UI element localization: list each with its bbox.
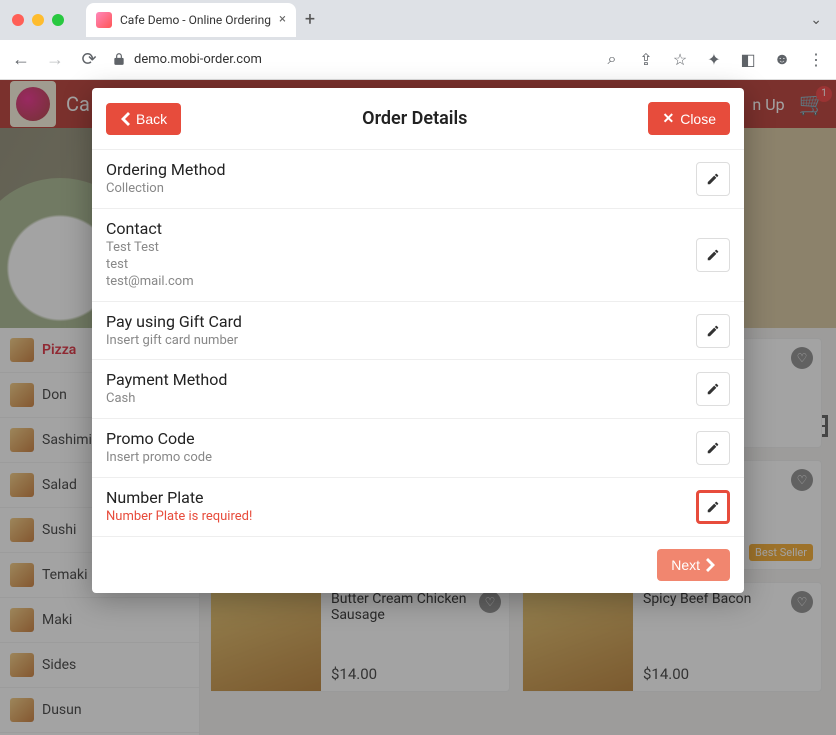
url-text: demo.mobi-order.com: [134, 52, 262, 67]
section-title: Payment Method: [106, 370, 696, 389]
section-pay-using-gift-card: Pay using Gift Card Insert gift card numb…: [92, 301, 744, 360]
chevron-right-icon: [706, 558, 716, 572]
section-payment-method: Payment Method Cash: [92, 359, 744, 418]
edit-button[interactable]: [696, 372, 730, 406]
tab-close-icon[interactable]: ×: [279, 12, 286, 27]
section-subtitle: Insert gift card number: [106, 333, 696, 350]
pencil-icon: [706, 382, 720, 396]
lock-icon: [112, 52, 126, 66]
pencil-icon: [706, 441, 720, 455]
close-window-icon[interactable]: [12, 14, 24, 26]
section-ordering-method: Ordering Method Collection: [92, 149, 744, 208]
edit-button[interactable]: [696, 490, 730, 524]
back-label: Back: [136, 111, 167, 127]
section-contact: Contact Test Testtesttest@mail.com: [92, 208, 744, 301]
menu-icon[interactable]: ⋮: [806, 49, 826, 69]
order-details-modal: Back Order Details ✕ Close Ordering Meth…: [92, 88, 744, 593]
window-controls[interactable]: [0, 14, 76, 26]
reload-icon[interactable]: ⟳: [78, 48, 100, 70]
pencil-icon: [706, 248, 720, 262]
chevron-left-icon: [120, 112, 130, 126]
close-x-icon: ✕: [662, 110, 674, 127]
back-nav-icon[interactable]: ←: [10, 48, 32, 70]
close-label: Close: [680, 111, 716, 127]
tab-title: Cafe Demo - Online Ordering: [120, 13, 271, 27]
modal-title: Order Details: [181, 108, 648, 129]
key-icon[interactable]: ⌕: [602, 49, 622, 69]
tab-strip: Cafe Demo - Online Ordering × + ⌄: [0, 0, 836, 40]
extensions-icon[interactable]: ✦: [704, 49, 724, 69]
edit-button[interactable]: [696, 238, 730, 272]
section-subtitle: Insert promo code: [106, 450, 696, 467]
modal-header: Back Order Details ✕ Close: [92, 88, 744, 149]
tabs-overflow-icon[interactable]: ⌄: [796, 12, 836, 28]
edit-button[interactable]: [696, 162, 730, 196]
address-bar[interactable]: demo.mobi-order.com: [112, 52, 590, 67]
section-title: Contact: [106, 219, 696, 238]
pencil-icon: [706, 500, 720, 514]
profile-icon[interactable]: ☻: [772, 49, 792, 69]
section-title: Number Plate: [106, 488, 696, 507]
section-subtitle: Test Testtesttest@mail.com: [106, 240, 696, 291]
panel-icon[interactable]: ◧: [738, 49, 758, 69]
new-tab-button[interactable]: +: [296, 6, 324, 34]
next-button[interactable]: Next: [657, 549, 730, 581]
maximize-window-icon[interactable]: [52, 14, 64, 26]
star-icon[interactable]: ☆: [670, 49, 690, 69]
pencil-icon: [706, 172, 720, 186]
section-title: Pay using Gift Card: [106, 312, 696, 331]
tab-favicon-icon: [96, 12, 112, 28]
edit-button[interactable]: [696, 431, 730, 465]
section-promo-code: Promo Code Insert promo code: [92, 418, 744, 477]
section-title: Ordering Method: [106, 160, 696, 179]
back-button[interactable]: Back: [106, 103, 181, 135]
forward-nav-icon[interactable]: →: [44, 48, 66, 70]
section-title: Promo Code: [106, 429, 696, 448]
close-button[interactable]: ✕ Close: [648, 102, 730, 135]
pencil-icon: [706, 324, 720, 338]
section-subtitle: Cash: [106, 391, 696, 408]
section-number-plate: Number Plate Number Plate is required!: [92, 477, 744, 536]
browser-tab[interactable]: Cafe Demo - Online Ordering ×: [86, 3, 296, 37]
section-subtitle: Number Plate is required!: [106, 509, 696, 526]
share-icon[interactable]: ⇪: [636, 49, 656, 69]
next-label: Next: [671, 557, 700, 573]
minimize-window-icon[interactable]: [32, 14, 44, 26]
edit-button[interactable]: [696, 314, 730, 348]
browser-chrome: Cafe Demo - Online Ordering × + ⌄ ← → ⟳ …: [0, 0, 836, 80]
modal-footer: Next: [92, 536, 744, 593]
toolbar: ← → ⟳ demo.mobi-order.com ⌕ ⇪ ☆ ✦ ◧ ☻ ⋮: [0, 40, 836, 80]
section-subtitle: Collection: [106, 181, 696, 198]
